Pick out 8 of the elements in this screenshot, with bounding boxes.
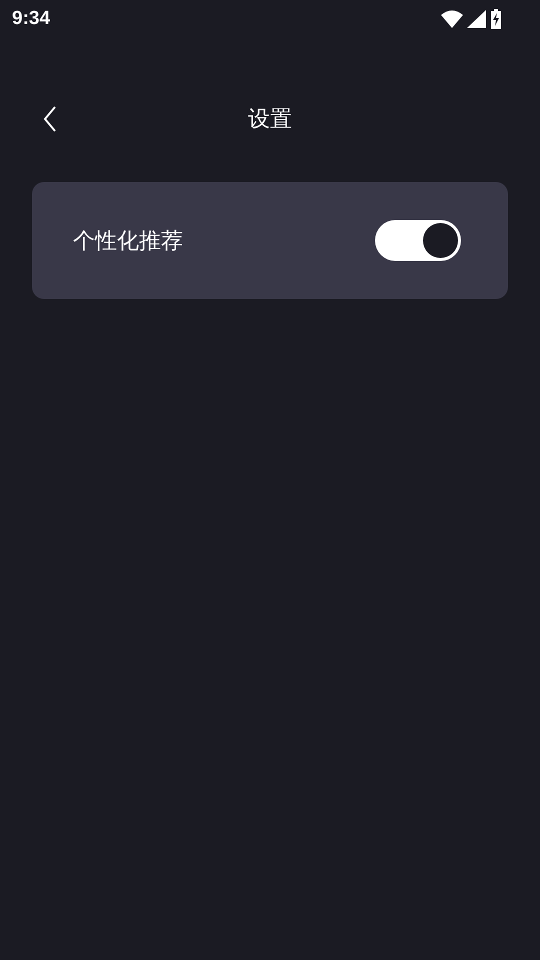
signal-icon <box>467 10 486 28</box>
battery-charging-icon <box>490 9 502 29</box>
wifi-icon <box>441 10 463 28</box>
toggle-switch[interactable] <box>375 220 461 261</box>
setting-label: 个性化推荐 <box>73 228 183 256</box>
page-title: 设置 <box>248 106 292 134</box>
back-icon[interactable] <box>43 106 57 132</box>
status-time: 9:34 <box>12 8 50 30</box>
